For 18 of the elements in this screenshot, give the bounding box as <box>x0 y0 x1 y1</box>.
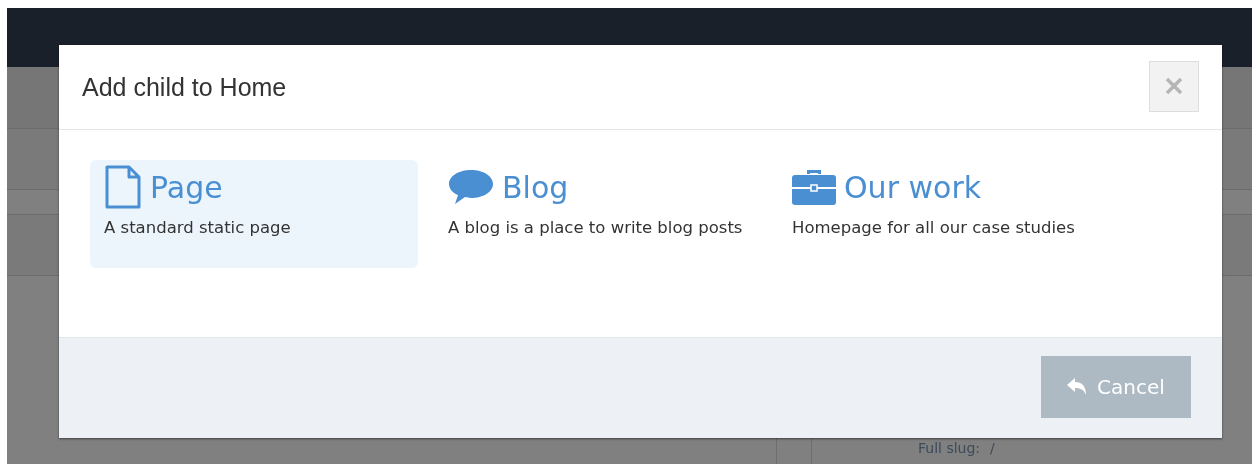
close-button[interactable] <box>1149 60 1199 112</box>
close-icon <box>1164 76 1184 96</box>
page-type-option[interactable]: Our work Homepage for all our case studies <box>778 160 1106 268</box>
reply-icon <box>1067 378 1088 396</box>
option-description: Homepage for all our case studies <box>792 218 1076 237</box>
dialog-title: Add child to Home <box>82 72 287 102</box>
option-title: Our work <box>844 169 982 205</box>
option-description: A standard static page <box>104 218 292 237</box>
slug-label: Full slug: <box>918 440 981 456</box>
speech-bubble-icon <box>448 168 494 206</box>
briefcase-icon <box>792 168 836 206</box>
option-description: A blog is a place to write blog posts <box>448 218 744 237</box>
document-icon <box>104 165 142 209</box>
slug-value: / <box>990 440 995 456</box>
option-title: Blog <box>502 169 569 205</box>
page-type-option[interactable]: Page A standard static page <box>90 160 418 268</box>
option-title: Page <box>150 169 223 205</box>
page-type-option[interactable]: Blog A blog is a place to write blog posts <box>434 160 762 268</box>
